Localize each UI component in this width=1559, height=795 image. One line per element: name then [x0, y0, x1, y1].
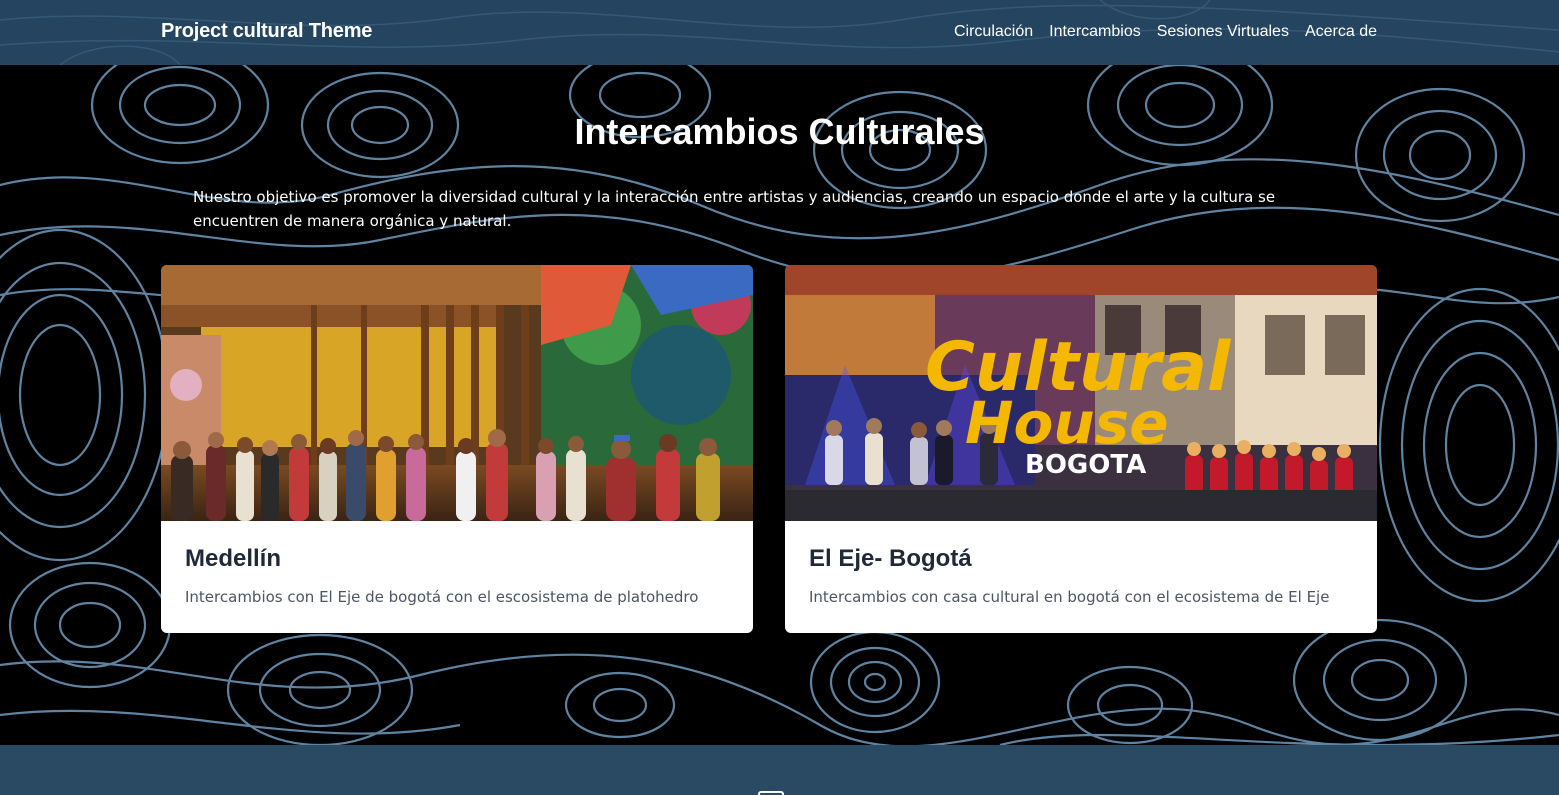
nav-link-intercambios[interactable]: Intercambios — [1049, 23, 1141, 41]
card-description: Intercambios con casa cultural en bogotá… — [809, 588, 1330, 606]
card-title: Medellín — [185, 545, 282, 572]
footer-logo-icon — [758, 791, 784, 795]
footer — [0, 745, 1559, 795]
card-image-medellin — [161, 265, 753, 521]
nav-menu: Circulación Intercambios Sesiones Virtua… — [954, 23, 1377, 41]
brand-logo-text[interactable]: Project cultural Theme — [161, 20, 372, 43]
card-description: Intercambios con El Eje de bogotá con el… — [185, 588, 699, 606]
hero-description: Nuestro objetivo es promover la diversid… — [193, 188, 1276, 230]
card-title: El Eje- Bogotá — [809, 545, 972, 572]
cultural-house-logo-line2: House — [965, 389, 1169, 457]
card-image-cultural-house: Cultural House BOGOTA — [785, 265, 1377, 521]
nav-link-circulacion[interactable]: Circulación — [954, 23, 1033, 41]
nav-link-acerca-de[interactable]: Acerca de — [1305, 23, 1377, 41]
card-medellin[interactable]: Medellín Intercambios con El Eje de bogo… — [161, 265, 753, 633]
page-title: Intercambios Culturales — [574, 111, 985, 152]
navbar: Project cultural Theme Circulación Inter… — [0, 0, 1559, 65]
card-el-eje-bogota[interactable]: Cultural House BOGOTA El Eje- Bogotá Int… — [785, 265, 1377, 633]
nav-link-sesiones-virtuales[interactable]: Sesiones Virtuales — [1157, 23, 1289, 41]
hero-section: Intercambios Culturales Nuestro objetivo… — [0, 65, 1559, 745]
cultural-house-logo-line3: BOGOTA — [1025, 450, 1146, 480]
